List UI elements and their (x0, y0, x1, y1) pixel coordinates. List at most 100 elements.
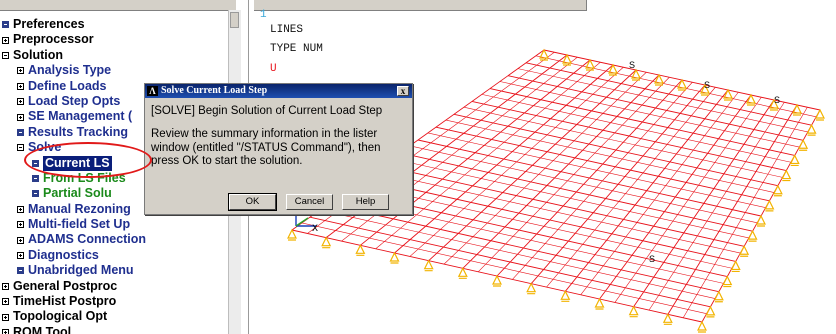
tree-item-label: Partial Solu (43, 186, 112, 201)
collapse-icon (17, 144, 24, 152)
expand-icon (17, 113, 24, 121)
help-button[interactable]: Help (342, 194, 389, 210)
support-symbol-icon (562, 53, 572, 66)
mesh-line (481, 94, 791, 163)
tree-item-partial-solu[interactable]: Partial Solu (0, 186, 146, 201)
symbol-label: S (704, 80, 710, 90)
support-symbol-icon (594, 297, 605, 310)
support-symbol-icon (815, 108, 825, 121)
support-symbol-icon (608, 63, 618, 76)
scrollbar-thumb[interactable] (230, 12, 239, 28)
tree-item-solution[interactable]: Solution (0, 48, 146, 63)
tree-item-label: Define Loads (28, 78, 107, 93)
dialog-message: Review the summary information in the li… (151, 128, 381, 167)
tree-item-multi-field-set-up[interactable]: Multi-field Set Up (0, 217, 146, 232)
tree-item-label: General Postproc (13, 278, 118, 293)
tree-item-label: Solution (13, 47, 63, 62)
support-symbol-icon (423, 259, 434, 272)
tree-item-topological-opt[interactable]: Topological Opt (0, 309, 146, 324)
tree-item-results-tracking[interactable]: Results Tracking (0, 125, 146, 140)
expand-icon (17, 236, 24, 244)
support-symbol-icon (631, 68, 641, 81)
tree-item-unabridged-menu[interactable]: Unabridged Menu (0, 263, 146, 278)
tree-item-general-postproc[interactable]: General Postproc (0, 279, 146, 294)
support-symbol-icon (697, 320, 707, 333)
dialog-title-bar[interactable]: Λ Solve Current Load Step x (145, 84, 412, 98)
leaf-icon (17, 267, 24, 275)
support-symbol-icon (730, 260, 741, 273)
support-symbol-icon (806, 123, 817, 136)
tree-item-label: Preprocessor (13, 32, 94, 47)
expand-icon (2, 329, 9, 334)
support-symbol-icon (798, 138, 809, 151)
axis-x-label: X (312, 224, 318, 235)
symbol-label: S (774, 95, 780, 105)
support-symbol-icon (764, 199, 775, 212)
support-symbol-icon (723, 88, 733, 101)
support-symbol-icon (746, 93, 756, 106)
tree-item-label: ADAMS Connection (28, 232, 147, 247)
expand-icon (2, 298, 9, 306)
tree-item-se-management[interactable]: SE Management ( (0, 109, 146, 124)
expand-icon (17, 98, 24, 106)
tree-item-timehist-postpro[interactable]: TimeHist Postpro (0, 294, 146, 309)
support-symbol-icon (389, 251, 400, 264)
support-symbol-icon (662, 312, 673, 325)
leaf-icon (2, 21, 9, 29)
mesh-line (499, 81, 800, 148)
leaf-icon (32, 175, 39, 183)
ok-button[interactable]: OK (228, 193, 277, 211)
support-symbol-icon (756, 214, 766, 227)
tree-item-adams-connection[interactable]: ADAMS Connection (0, 232, 146, 247)
tree-item-diagnostics[interactable]: Diagnostics (0, 248, 146, 263)
tree-item-rom-tool[interactable]: ROM Tool (0, 325, 146, 334)
support-symbol-icon (792, 103, 802, 116)
support-symbol-icon (321, 236, 332, 249)
support-symbol-icon (677, 78, 687, 91)
tree-item-label: TimeHist Postpro (13, 294, 117, 309)
support-symbol-icon (287, 228, 297, 241)
tree-item-label: Unabridged Menu (28, 263, 134, 278)
support-symbol-icon (705, 305, 716, 318)
tree-item-label: Preferences (13, 17, 85, 31)
tree-item-label: Manual Rezoning (28, 201, 131, 216)
tree-item-define-loads[interactable]: Define Loads (0, 79, 146, 94)
dialog-title: Solve Current Load Step (161, 85, 268, 96)
tree-item-load-step-opts[interactable]: Load Step Opts (0, 94, 146, 109)
support-symbol-icon (560, 289, 571, 302)
main-menu-title-bar (0, 0, 236, 11)
support-symbol-icon (772, 184, 783, 197)
symbol-label: S (629, 60, 635, 70)
support-symbol-icon (355, 243, 366, 256)
expand-icon (2, 282, 9, 290)
tree-item-label: ROM Tool (13, 324, 72, 334)
expand-icon (17, 205, 24, 213)
support-symbol-icon (789, 154, 800, 167)
expand-icon (17, 221, 24, 229)
expand-icon (2, 313, 9, 321)
tree-item-preferences[interactable]: Preferences (0, 17, 146, 32)
support-symbol-icon (781, 169, 792, 182)
tree-item-label: Topological Opt (13, 309, 108, 324)
tree-item-preprocessor[interactable]: Preprocessor (0, 32, 146, 47)
tree-item-analysis-type[interactable]: Analysis Type (0, 63, 146, 78)
support-symbol-icon (492, 274, 502, 287)
cancel-button[interactable]: Cancel (286, 194, 333, 210)
solve-dialog: Λ Solve Current Load Step x [SOLVE] Begi… (144, 83, 413, 215)
highlight-circle (24, 142, 152, 178)
axis-y-icon (295, 217, 309, 227)
symbol-label: S (649, 254, 655, 264)
support-symbol-icon (585, 58, 595, 71)
support-symbol-icon (628, 305, 639, 318)
expand-icon (17, 252, 24, 260)
expand-icon (17, 67, 24, 75)
expand-icon (2, 36, 9, 44)
support-symbol-icon (722, 275, 733, 288)
dialog-heading: [SOLVE] Begin Solution of Current Load S… (151, 105, 383, 117)
tree-item-manual-rezoning[interactable]: Manual Rezoning (0, 202, 146, 217)
support-symbol-icon (526, 282, 537, 295)
close-icon[interactable]: x (397, 86, 409, 96)
collapse-icon (2, 51, 9, 59)
support-symbol-icon (654, 73, 664, 86)
support-symbol-icon (713, 290, 724, 303)
